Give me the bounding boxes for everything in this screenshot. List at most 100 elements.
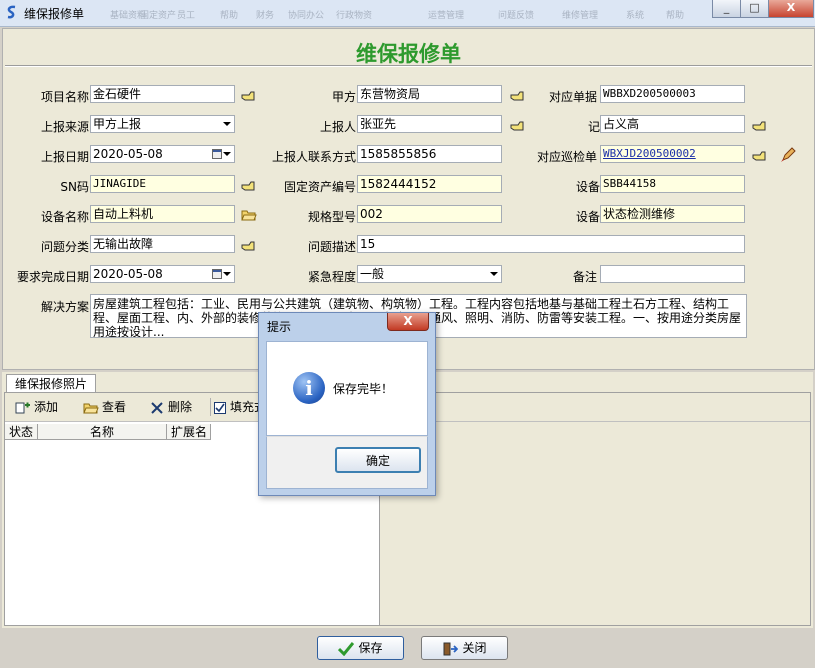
exit-door-icon xyxy=(443,642,459,655)
project-name-field[interactable]: 金石硬件 xyxy=(90,85,235,103)
device-no-field[interactable]: SBB44158 xyxy=(600,175,745,193)
chevron-down-icon xyxy=(223,272,231,276)
label-related-inspection: 对应巡检单 xyxy=(536,150,597,164)
footer-bar: 保存 关闭 xyxy=(0,628,815,668)
label-issue-category: 问题分类 xyxy=(40,240,89,254)
ghost-menu-item: 行政物资 xyxy=(336,11,373,21)
add-photo-label: 添加 xyxy=(34,400,59,414)
column-header-ext[interactable]: 扩展名 xyxy=(167,424,211,440)
ghost-menu-item: 固定资产 xyxy=(140,11,177,21)
related-doc-field[interactable]: WBBXD200500003 xyxy=(600,85,745,103)
checkmark-icon xyxy=(338,641,355,656)
window-title: 维保报修单 xyxy=(24,7,85,21)
add-icon xyxy=(15,402,30,413)
checkbox-checked-icon xyxy=(214,401,226,414)
ghost-menu-item: 维修管理 xyxy=(562,11,599,21)
label-issue-desc: 问题描述 xyxy=(307,240,356,254)
folder-open-icon xyxy=(83,403,99,413)
label-due-date: 要求完成日期 xyxy=(16,270,89,284)
label-project-name: 项目名称 xyxy=(40,90,89,104)
maximize-button[interactable]: □ xyxy=(740,0,769,18)
ghost-menu-item: 财务 xyxy=(256,11,275,21)
ghost-menu-item: 帮助 xyxy=(666,11,685,21)
label-reporter: 上报人 xyxy=(319,120,356,134)
dialog-close-button[interactable]: X xyxy=(387,313,429,331)
ghost-menu-item: 员工 xyxy=(177,11,196,21)
folder-open-icon[interactable] xyxy=(241,208,257,222)
reporter-field[interactable]: 张亚先 xyxy=(357,115,502,133)
pick-hand-icon[interactable] xyxy=(752,150,768,162)
due-date-value: 2020-05-08 xyxy=(93,267,163,281)
form-title: 维保报修单 xyxy=(356,42,461,66)
remarks-field[interactable] xyxy=(600,265,745,283)
party-a-field[interactable]: 东营物资局 xyxy=(357,85,502,103)
save-button[interactable]: 保存 xyxy=(317,636,404,660)
dialog-message: 保存完毕！ xyxy=(333,382,394,396)
save-label: 保存 xyxy=(358,641,383,655)
label-related-doc: 对应单据 xyxy=(548,90,597,104)
dialog-footer: 确定 xyxy=(266,436,428,489)
due-date-picker[interactable]: 2020-05-08 xyxy=(90,265,235,283)
ghost-menu-item: 协同办公 xyxy=(288,11,325,21)
pick-hand-icon[interactable] xyxy=(241,240,257,252)
pick-hand-icon[interactable] xyxy=(241,90,257,102)
ghost-menu-item: 运营管理 xyxy=(428,11,465,21)
delete-photo-label: 删除 xyxy=(168,400,193,414)
related-inspection-link[interactable]: WBXJD200500002 xyxy=(600,145,745,163)
tab-repair-photos[interactable]: 维保报修照片 xyxy=(6,374,97,393)
pick-hand-icon[interactable] xyxy=(510,120,526,132)
label-device-name: 设备名称 xyxy=(40,210,89,224)
label-report-source: 上报来源 xyxy=(40,120,89,134)
info-icon: i xyxy=(293,372,325,404)
label-asset-no: 固定资产编号 xyxy=(283,180,356,194)
label-sn: SN码 xyxy=(60,180,89,194)
column-header-name[interactable]: 名称 xyxy=(38,424,167,440)
chevron-down-icon xyxy=(223,152,231,156)
column-header-status[interactable]: 状态 xyxy=(5,424,38,440)
close-label: 关闭 xyxy=(462,641,487,655)
asset-no-field[interactable]: 1582444152 xyxy=(357,175,502,193)
issue-category-field[interactable]: 无输出故障 xyxy=(90,235,235,253)
report-source-value: 甲方上报 xyxy=(93,117,142,131)
view-photo-label: 查看 xyxy=(102,400,127,414)
calendar-icon xyxy=(212,269,222,279)
spec-model-field[interactable]: 002 xyxy=(357,205,502,223)
urgency-select[interactable]: 一般 xyxy=(357,265,502,283)
dialog-ok-button[interactable]: 确定 xyxy=(335,447,421,473)
label-spec-model: 规格型号 xyxy=(307,210,356,224)
reporter-contact-field[interactable]: 1585855856 xyxy=(357,145,502,163)
urgency-value: 一般 xyxy=(360,267,385,281)
label-report-date: 上报日期 xyxy=(40,150,89,164)
minimize-button[interactable]: _ xyxy=(712,0,741,18)
add-photo-button[interactable]: 添加 xyxy=(15,398,58,416)
window-titlebar: 维保报修单 基础资料 固定资产 员工 帮助 财务 协同办公 行政物资 运营管理 … xyxy=(0,0,815,27)
pick-hand-icon[interactable] xyxy=(510,90,526,102)
delete-x-icon xyxy=(151,401,163,414)
device-category-field[interactable]: 状态检测维修 xyxy=(600,205,745,223)
pick-hand-icon[interactable] xyxy=(241,180,257,192)
window-close-button[interactable]: X xyxy=(768,0,814,18)
view-photo-button[interactable]: 查看 xyxy=(83,398,126,416)
chevron-down-icon xyxy=(490,272,498,276)
label-remarks: 备注 xyxy=(572,270,597,284)
device-name-field[interactable]: 自动上料机 xyxy=(90,205,235,223)
label-party-a: 甲方 xyxy=(331,90,356,104)
report-date-picker[interactable]: 2020-05-08 xyxy=(90,145,235,163)
label-solution: 解决方案 xyxy=(40,300,89,314)
report-source-select[interactable]: 甲方上报 xyxy=(90,115,235,133)
edit-pencil-icon[interactable] xyxy=(780,147,796,163)
sn-field[interactable]: JINAGIDE xyxy=(90,175,235,193)
dialog-body: i 保存完毕！ xyxy=(266,341,428,436)
issue-desc-field[interactable]: 15 xyxy=(357,235,745,253)
title-divider xyxy=(5,65,812,67)
info-dialog: 提示 X i 保存完毕！ 确定 xyxy=(258,312,436,496)
close-button[interactable]: 关闭 xyxy=(421,636,508,660)
app-logo-icon xyxy=(7,5,16,19)
recorder-field[interactable]: 占义高 xyxy=(600,115,745,133)
delete-photo-button[interactable]: 删除 xyxy=(149,398,192,416)
chevron-down-icon xyxy=(223,122,231,126)
pick-hand-icon[interactable] xyxy=(752,120,768,132)
dialog-title: 提示 xyxy=(267,320,292,334)
ghost-menu-item: 问题反馈 xyxy=(498,11,535,21)
report-date-value: 2020-05-08 xyxy=(93,147,163,161)
